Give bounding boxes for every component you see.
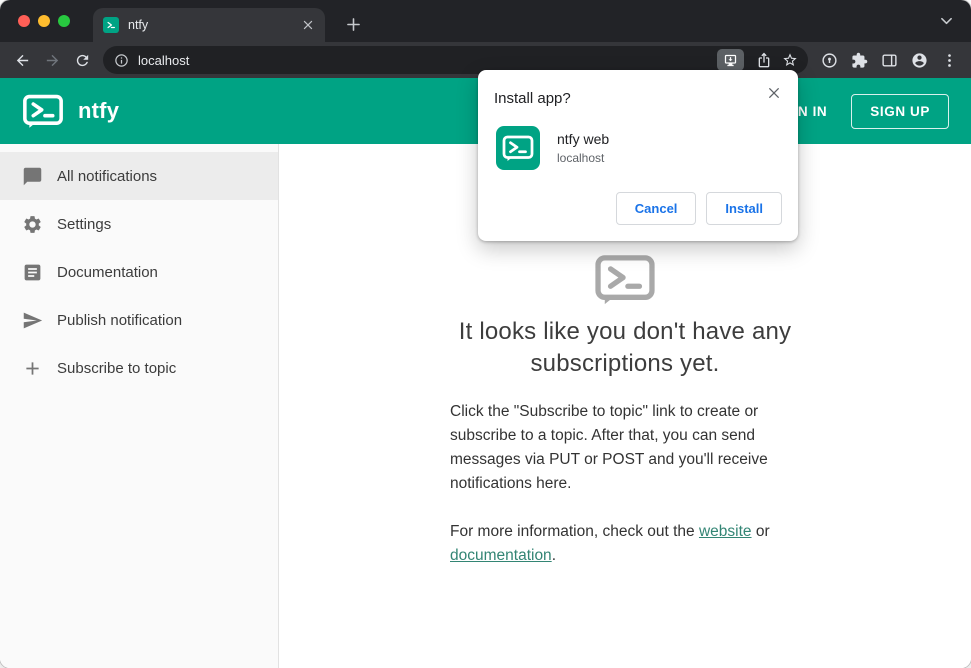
more-info-prefix-text: For more information, check out the [450,522,699,540]
install-button[interactable]: Install [706,192,782,225]
install-app-name: ntfy web [557,131,610,147]
install-dialog-header: Install app? [494,88,782,107]
close-window-button[interactable] [18,15,30,27]
plus-icon [22,358,43,379]
brand-name: ntfy [78,98,120,123]
sidebar-item-all-notifications[interactable]: All notifications [0,152,278,200]
install-app-row: ntfy web localhost [494,126,782,170]
website-link[interactable]: website [699,523,752,540]
sidebar-item-publish-notification[interactable]: Publish notification [0,296,278,344]
tab-close-icon[interactable] [299,16,317,34]
window-controls [18,15,70,27]
send-icon [22,310,43,331]
sidebar-item-label: Settings [57,215,112,233]
sidebar: All notifications Settings Documentation… [0,144,279,668]
more-info-suffix-text: . [551,546,556,564]
more-info-paragraph: For more information, check out the webs… [450,520,800,568]
profile-avatar-icon[interactable] [905,46,933,74]
site-info-icon[interactable] [114,53,129,68]
install-app-meta: ntfy web localhost [557,131,609,165]
ntfy-favicon-icon [103,17,119,33]
sidebar-item-documentation[interactable]: Documentation [0,248,278,296]
empty-state-copy: Click the "Subscribe to topic" link to c… [450,400,800,568]
empty-state-description: Click the "Subscribe to topic" link to c… [450,402,768,492]
side-panel-icon[interactable] [875,46,903,74]
install-dialog-title: Install app? [494,90,571,107]
zoom-window-button[interactable] [58,15,70,27]
chat-bubble-icon [22,166,43,187]
dialog-close-icon[interactable] [764,83,784,103]
browser-tab-ntfy[interactable]: ntfy [93,8,325,42]
empty-state-heading: It looks like you don't have any subscri… [458,318,792,377]
sidebar-item-label: Subscribe to topic [57,359,177,377]
password-manager-extension-icon[interactable] [815,46,843,74]
sidebar-item-label: Publish notification [57,311,183,329]
cancel-button[interactable]: Cancel [615,192,697,225]
sidebar-item-label: Documentation [57,263,158,281]
url-text: localhost [138,52,190,68]
tab-search-chevron-down-icon[interactable] [940,14,953,32]
install-app-dialog: Install app? ntfy web localhost Cancel I… [478,70,798,241]
ntfy-terminal-bubble-icon [594,254,656,306]
install-app-origin: localhost [557,151,605,165]
new-tab-button[interactable] [340,11,366,37]
gear-icon [22,214,43,235]
minimize-window-button[interactable] [38,15,50,27]
more-info-middle-text: or [751,522,770,540]
sidebar-item-settings[interactable]: Settings [0,200,278,248]
browser-window: ntfy localhost ntfy SIGN IN SIGN UP All … [0,0,971,668]
extensions-puzzle-icon[interactable] [845,46,873,74]
ntfy-app-icon [496,126,540,170]
documentation-link[interactable]: documentation [450,547,552,564]
tab-title: ntfy [128,18,149,32]
titlebar: ntfy [0,0,971,42]
browser-menu-three-dot-icon[interactable] [935,46,963,74]
forward-button[interactable] [38,46,66,74]
sign-up-button[interactable]: SIGN UP [851,93,949,129]
install-app-omnibox-icon[interactable] [717,49,744,71]
sidebar-item-label: All notifications [57,167,158,185]
reload-button[interactable] [68,46,96,74]
install-dialog-actions: Cancel Install [494,192,782,225]
sidebar-item-subscribe-to-topic[interactable]: Subscribe to topic [0,344,278,392]
ntfy-logo-icon [22,94,64,129]
back-button[interactable] [8,46,36,74]
book-icon [22,262,43,283]
